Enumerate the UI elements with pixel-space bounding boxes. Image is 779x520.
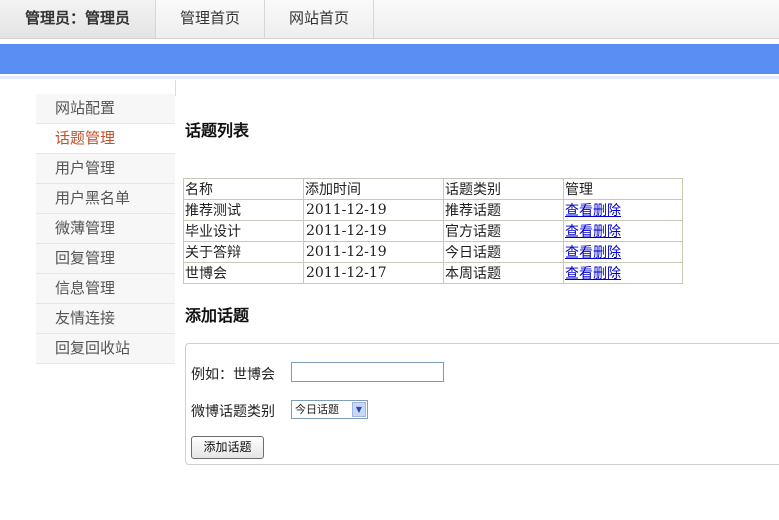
sidebar-item-site-config[interactable]: 网站配置: [36, 94, 175, 124]
cell-category: 今日话题: [443, 241, 564, 263]
topic-table: 名称 添加时间 话题类别 管理 推荐测试 2011-12-19 推荐话题 查看删…: [183, 178, 683, 284]
admin-user-label: 管理员：管理员: [0, 0, 156, 38]
cell-category: 本周话题: [443, 262, 564, 284]
cell-manage: 查看删除: [563, 241, 683, 263]
column-header-name: 名称: [183, 178, 304, 200]
sidebar-item-reply-recycle[interactable]: 回复回收站: [36, 334, 175, 364]
cell-date: 2011-12-19: [303, 199, 444, 221]
table-row: 关于答辩 2011-12-19 今日话题 查看删除: [183, 241, 683, 263]
column-header-category: 话题类别: [443, 178, 564, 200]
topic-example-label: 例如：世博会: [191, 367, 275, 383]
table-row: 毕业设计 2011-12-19 官方话题 查看删除: [183, 220, 683, 242]
delete-link[interactable]: 删除: [593, 203, 621, 219]
chevron-down-icon[interactable]: ▼: [352, 402, 366, 417]
table-row: 世博会 2011-12-17 本周话题 查看删除: [183, 262, 683, 284]
add-topic-button[interactable]: 添加话题: [191, 436, 264, 459]
cell-date: 2011-12-17: [303, 262, 444, 284]
sidebar-item-info-manage[interactable]: 信息管理: [36, 274, 175, 304]
cell-name: 世博会: [183, 262, 304, 284]
add-topic-title: 添加话题: [185, 306, 250, 325]
cell-date: 2011-12-19: [303, 220, 444, 242]
delete-link[interactable]: 删除: [593, 266, 621, 282]
header-accent-bar: [0, 44, 779, 74]
header-divider: [0, 76, 779, 79]
cell-manage: 查看删除: [563, 262, 683, 284]
cell-manage: 查看删除: [563, 220, 683, 242]
sidebar-item-topic-manage[interactable]: 话题管理: [36, 124, 175, 154]
category-label: 微博话题类别: [191, 404, 275, 420]
view-link[interactable]: 查看: [565, 266, 593, 282]
view-link[interactable]: 查看: [565, 224, 593, 240]
view-link[interactable]: 查看: [565, 203, 593, 219]
topic-name-input[interactable]: [291, 362, 444, 382]
column-header-date: 添加时间: [303, 178, 444, 200]
cell-category: 推荐话题: [443, 199, 564, 221]
sidebar-item-weibo-manage[interactable]: 微薄管理: [36, 214, 175, 244]
cell-name: 毕业设计: [183, 220, 304, 242]
cell-manage: 查看删除: [563, 199, 683, 221]
category-select[interactable]: 今日话题 ▼: [291, 400, 368, 419]
sidebar-item-friend-links[interactable]: 友情连接: [36, 304, 175, 334]
sidebar-divider: [175, 80, 176, 96]
cell-category: 官方话题: [443, 220, 564, 242]
table-header-row: 名称 添加时间 话题类别 管理: [183, 178, 683, 200]
column-header-manage: 管理: [563, 178, 683, 200]
sidebar-item-user-blacklist[interactable]: 用户黑名单: [36, 184, 175, 214]
cell-date: 2011-12-19: [303, 241, 444, 263]
nav-site-home[interactable]: 网站首页: [265, 0, 374, 38]
delete-link[interactable]: 删除: [593, 224, 621, 240]
topic-list-title: 话题列表: [185, 121, 250, 140]
sidebar-item-reply-manage[interactable]: 回复管理: [36, 244, 175, 274]
nav-admin-home[interactable]: 管理首页: [156, 0, 265, 38]
cell-name: 推荐测试: [183, 199, 304, 221]
sidebar: 网站配置 话题管理 用户管理 用户黑名单 微薄管理 回复管理 信息管理 友情连接…: [36, 94, 175, 364]
view-link[interactable]: 查看: [565, 245, 593, 261]
sidebar-item-user-manage[interactable]: 用户管理: [36, 154, 175, 184]
category-selected-value: 今日话题: [295, 403, 339, 416]
top-nav: 管理员：管理员 管理首页 网站首页: [0, 0, 779, 39]
delete-link[interactable]: 删除: [593, 245, 621, 261]
table-row: 推荐测试 2011-12-19 推荐话题 查看删除: [183, 199, 683, 221]
cell-name: 关于答辩: [183, 241, 304, 263]
